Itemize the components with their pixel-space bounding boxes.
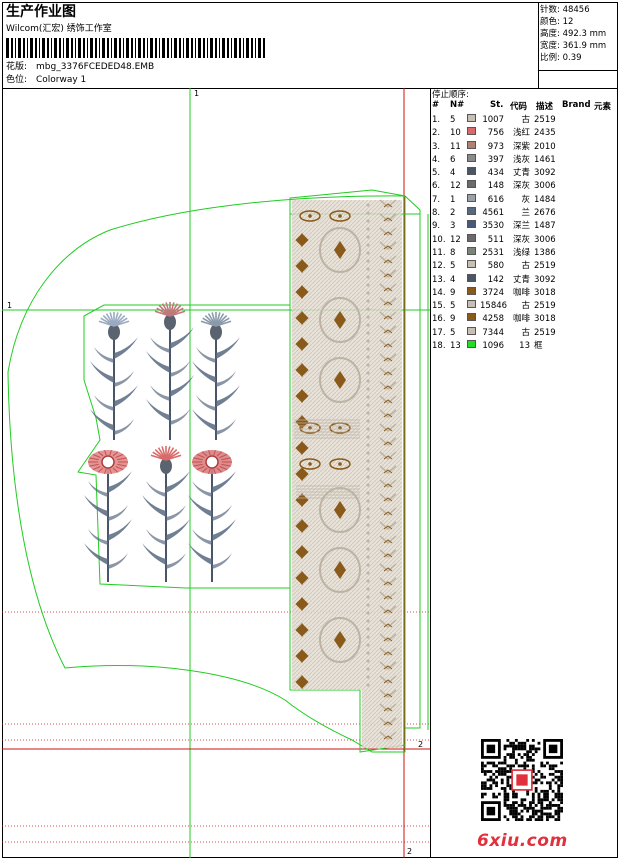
guide-label-v2: 2 bbox=[418, 740, 424, 749]
qr-code bbox=[481, 739, 563, 821]
embroidery-design bbox=[2, 88, 430, 858]
border-band bbox=[292, 200, 402, 690]
production-sheet: 生产作业图 Wilcom(汇宏) 绣饰工作室 花版: mbg_3376FCEDE… bbox=[0, 0, 620, 860]
floral-frame-outline bbox=[77, 304, 291, 589]
watermark-logo: 6xiu.com bbox=[477, 831, 568, 851]
guide-label-h1: 1 bbox=[7, 301, 13, 310]
guide-label-v1: 1 bbox=[194, 89, 200, 98]
floral-motifs bbox=[84, 302, 240, 582]
guide-label-h2: 2 bbox=[407, 847, 413, 856]
